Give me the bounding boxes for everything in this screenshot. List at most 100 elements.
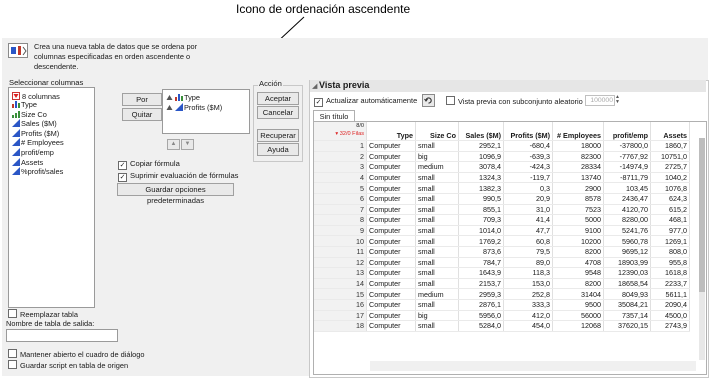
recall-button[interactable]: Recuperar: [257, 129, 299, 142]
suppress-formula-checkbox[interactable]: ✓: [118, 173, 127, 182]
keep-open-option[interactable]: Mantener abierto el cuadro de diálogo: [8, 349, 145, 359]
sort-item-label: Profits ($M): [184, 102, 223, 112]
remove-button[interactable]: Quitar: [122, 108, 162, 121]
table-row[interactable]: 7 Computer small 855,1 31,0 7523 4120,70 615,2: [314, 204, 690, 216]
replace-table-label: Reemplazar tabla: [20, 310, 78, 319]
disclosure-icon[interactable]: ◢: [312, 82, 317, 90]
column-header[interactable]: Type: [366, 122, 416, 141]
suppress-formula-label: Suprimir evaluación de fórmulas: [130, 171, 239, 180]
column-item[interactable]: Sales ($M): [12, 119, 57, 128]
table-cell: 2900: [552, 182, 604, 194]
table-row[interactable]: 9 Computer small 1014,0 47,7 9100 5241,76 977,0: [314, 225, 690, 237]
table-cell: 1096,9: [458, 151, 504, 163]
table-cell: 709,3: [458, 214, 504, 226]
table-row[interactable]: 11 Computer small 873,6 79,5 8200 9695,12 808,0: [314, 246, 690, 258]
ok-button[interactable]: Aceptar: [257, 92, 299, 105]
table-row[interactable]: 6 Computer small 990,5 20,9 8578 2436,47 624,3: [314, 193, 690, 205]
table-cell: 153,0: [503, 278, 553, 290]
table-cell: Computer: [366, 246, 416, 258]
row-number: 9: [314, 225, 367, 237]
table-row[interactable]: 15 Computer medium 2959,3 252,8 31404 8049,93 5…: [314, 288, 690, 300]
column-item[interactable]: Type: [12, 100, 37, 109]
vertical-scrollbar[interactable]: [699, 138, 705, 360]
column-header[interactable]: Assets: [650, 122, 690, 141]
column-header[interactable]: # Employees: [552, 122, 604, 141]
auto-update-checkbox[interactable]: ✓: [314, 98, 323, 107]
copy-formula-checkbox[interactable]: ✓: [118, 161, 127, 170]
column-item[interactable]: Assets: [12, 157, 43, 167]
vertical-scroll-thumb[interactable]: [699, 138, 705, 292]
help-button[interactable]: Ayuda: [257, 143, 299, 156]
table-cell: small: [415, 172, 459, 184]
table-cell: 18903,99: [603, 257, 651, 269]
sort-ascending-icon[interactable]: [166, 104, 173, 111]
table-row[interactable]: 18 Computer small 5284,0 454,0 12068 37620,15 2…: [314, 320, 690, 332]
table-row[interactable]: 8 Computer small 709,3 41,4 5000 8280,00 468,1: [314, 214, 690, 226]
table-cell: 1382,3: [458, 182, 504, 194]
preview-data-grid[interactable]: 8/0 ▾ 32/0 Filas Type Size Co Sales ($M) Prof…: [313, 121, 707, 375]
continuous-triangle-icon: [12, 138, 20, 147]
table-cell: 82300: [552, 151, 604, 163]
subset-spinner-icon[interactable]: ▲ ▼: [615, 95, 621, 105]
table-cell: -119,7: [503, 172, 553, 184]
table-corner[interactable]: 8/0 ▾ 32/0 Filas: [314, 122, 367, 141]
continuous-triangle-icon: [175, 102, 183, 111]
preview-header[interactable]: ◢ Vista previa: [310, 80, 706, 92]
column-list[interactable]: 8 columnas Type Size Co Sales ($M) Profits …: [8, 87, 95, 308]
suppress-formula-option[interactable]: ✓ Suprimir evaluación de fórmulas: [118, 171, 238, 182]
replace-table-checkbox[interactable]: [8, 309, 17, 318]
copy-formula-option[interactable]: ✓ Copiar fórmula: [118, 159, 180, 170]
table-cell: 0,3: [503, 182, 553, 194]
table-cell: 1269,1: [650, 235, 690, 247]
column-header[interactable]: Sales ($M): [458, 122, 504, 141]
horizontal-scrollbar[interactable]: [370, 361, 696, 371]
column-item[interactable]: Profits ($M): [12, 128, 59, 138]
subset-size-input[interactable]: 100000: [585, 95, 615, 106]
table-cell: Computer: [366, 257, 416, 269]
column-header[interactable]: Profits ($M): [503, 122, 553, 141]
keep-open-label: Mantener abierto el cuadro de diálogo: [20, 350, 145, 359]
save-defaults-button[interactable]: Guardar opciones predeterminadas: [117, 183, 234, 205]
output-name-input[interactable]: [6, 329, 118, 342]
column-item[interactable]: Size Co: [12, 110, 47, 119]
column-header[interactable]: Size Co: [415, 122, 459, 141]
table-row[interactable]: 2 Computer big 1096,9 -639,3 82300 -7767,92 107…: [314, 151, 690, 163]
table-row[interactable]: 3 Computer medium 3078,4 -424,3 28334 -14974,9…: [314, 161, 690, 173]
column-item[interactable]: # Employees: [12, 138, 64, 147]
table-row[interactable]: 16 Computer small 2876,1 333,3 9500 35084,21 20…: [314, 299, 690, 311]
table-cell: Computer: [366, 214, 416, 226]
table-row[interactable]: 14 Computer small 2153,7 153,0 8200 18658,54 22…: [314, 278, 690, 290]
keep-open-checkbox[interactable]: [8, 349, 17, 358]
column-item[interactable]: profit/emp: [12, 148, 54, 157]
subset-checkbox[interactable]: [446, 96, 455, 105]
table-cell: 8049,93: [603, 288, 651, 300]
sort-item[interactable]: Profits ($M): [166, 102, 223, 112]
save-script-checkbox[interactable]: [8, 360, 17, 369]
table-row[interactable]: 5 Computer small 1382,3 0,3 2900 103,45 1076,8: [314, 182, 690, 194]
refresh-icon[interactable]: [422, 94, 435, 107]
table-cell: 2233,7: [650, 278, 690, 290]
sort-item[interactable]: Type: [166, 93, 200, 102]
table-row[interactable]: 1 Computer small 2952,1 -680,4 18000 -37800,0 1…: [314, 140, 690, 152]
table-cell: Computer: [366, 172, 416, 184]
subset-option[interactable]: Vista previa con subconjunto aleatorio: [446, 96, 583, 106]
column-item[interactable]: %profit/sales: [12, 167, 63, 176]
sort-by-button[interactable]: Por: [122, 93, 162, 106]
table-row[interactable]: 10 Computer small 1769,2 60,8 10200 5960,78 126…: [314, 235, 690, 247]
move-up-icon[interactable]: ▲: [167, 139, 180, 150]
move-down-icon[interactable]: ▼: [181, 139, 194, 150]
sort-by-list[interactable]: Type Profits ($M): [162, 89, 250, 134]
save-script-option[interactable]: Guardar script en tabla de origen: [8, 360, 128, 370]
cancel-button[interactable]: Cancelar: [257, 106, 299, 119]
sort-ascending-icon[interactable]: [166, 94, 173, 101]
nominal-bar-icon: [175, 93, 183, 101]
table-row[interactable]: 13 Computer small 1643,9 118,3 9548 12390,03 16…: [314, 267, 690, 279]
red-triangle-menu-icon[interactable]: [12, 92, 20, 100]
table-row[interactable]: 4 Computer small 1324,3 -119,7 13740 -8711,79 1…: [314, 172, 690, 184]
auto-update-option[interactable]: ✓ Actualizar automáticamente: [314, 96, 417, 107]
replace-table-option[interactable]: Reemplazar tabla: [8, 309, 78, 319]
table-cell: 10751,0: [650, 151, 690, 163]
column-header[interactable]: profit/emp: [603, 122, 651, 141]
table-row[interactable]: 12 Computer small 784,7 89,0 4708 18903,99 955,…: [314, 257, 690, 269]
table-row[interactable]: 17 Computer big 5956,0 412,0 56000 7357,14 4500…: [314, 310, 690, 322]
